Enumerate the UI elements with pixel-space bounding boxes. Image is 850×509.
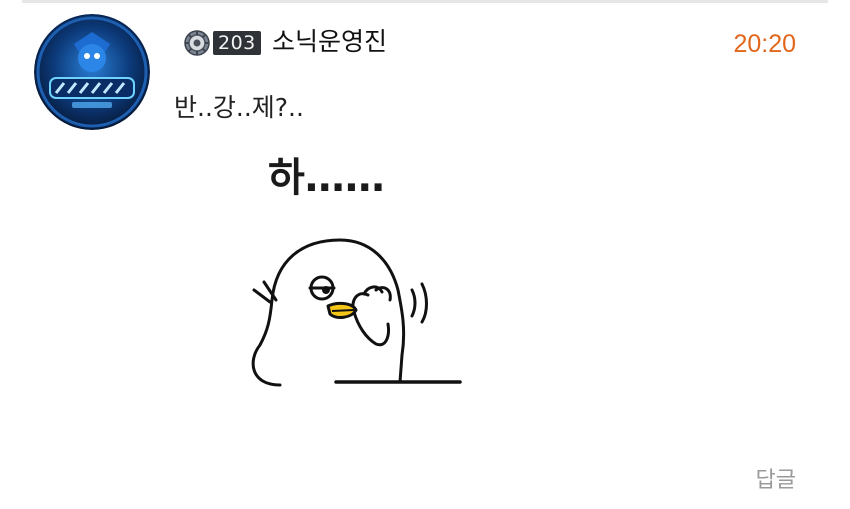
comment-time: 20:20: [733, 30, 796, 58]
reply-button[interactable]: 답글: [756, 466, 796, 496]
facepalm-bird-sticker-icon: [251, 238, 462, 387]
comment-text: 반..강..제?..: [174, 93, 304, 122]
sonic-casino-logo-icon: [34, 14, 150, 130]
level-number: 203: [213, 31, 261, 55]
avatar[interactable]: [34, 14, 150, 130]
comment-item: 203 소닉운영진 20:20 반..강..제?.. 하…… 답글: [0, 0, 850, 509]
sticker: 하……: [240, 150, 470, 395]
level-badge: 203: [183, 29, 261, 57]
sticker-caption: 하……: [268, 155, 385, 201]
author-nickname[interactable]: 소닉운영진: [272, 26, 387, 58]
gear-medal-icon: [183, 29, 211, 57]
